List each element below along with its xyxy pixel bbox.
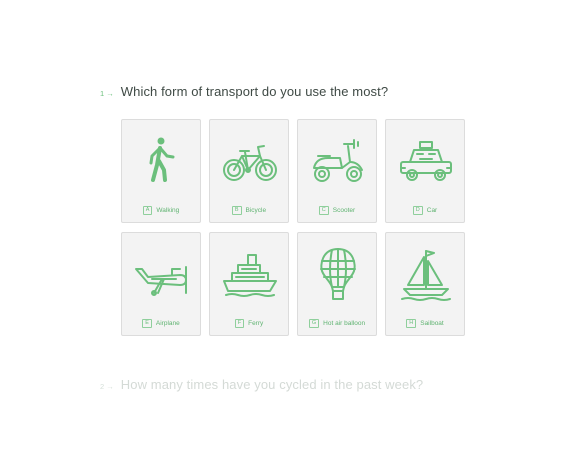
question-1: 1 → Which form of transport do you use t… <box>100 84 388 99</box>
option-text: Scooter <box>332 207 356 214</box>
option-text: Airplane <box>155 320 180 327</box>
key-hint: G <box>308 319 320 328</box>
option-walking[interactable]: A Walking <box>121 119 201 223</box>
option-label: A Walking <box>122 206 200 215</box>
key-hint: A <box>142 206 153 215</box>
option-label: C Scooter <box>298 206 376 215</box>
key-hint: H <box>406 319 417 328</box>
question-title: How many times have you cycled in the pa… <box>120 377 424 392</box>
option-label: D Car <box>386 206 464 215</box>
option-scooter[interactable]: C Scooter <box>297 119 377 223</box>
ferry-icon <box>223 254 277 297</box>
option-ferry[interactable]: F Ferry <box>209 232 289 336</box>
key-hint: E <box>142 319 152 328</box>
option-text: Hot air balloon <box>323 320 366 327</box>
walking-person-icon <box>149 137 175 182</box>
question-number: 2 → <box>100 382 114 391</box>
option-hot-air-balloon[interactable]: G Hot air balloon <box>297 232 377 336</box>
bicycle-icon <box>223 145 277 181</box>
option-text: Walking <box>156 207 180 214</box>
option-label: B Bicycle <box>210 206 288 215</box>
option-text: Sailboat <box>420 320 444 327</box>
question-2: 2 → How many times have you cycled in th… <box>100 377 423 392</box>
scooter-icon <box>313 139 363 182</box>
key-hint: D <box>412 206 423 215</box>
option-sailboat[interactable]: H Sailboat <box>385 232 465 336</box>
option-airplane[interactable]: E Airplane <box>121 232 201 336</box>
key-hint: B <box>231 206 242 215</box>
option-car[interactable]: D Car <box>385 119 465 223</box>
key-hint: F <box>234 319 245 328</box>
option-label: F Ferry <box>210 319 288 328</box>
key-hint: C <box>318 206 329 215</box>
airplane-icon <box>135 266 187 296</box>
option-text: Bicycle <box>245 207 267 214</box>
option-label: E Airplane <box>122 319 200 328</box>
option-label: G Hot air balloon <box>298 319 376 328</box>
option-text: Car <box>426 207 438 214</box>
hot-air-balloon-icon <box>320 248 356 300</box>
question-title: Which form of transport do you use the m… <box>120 84 389 99</box>
sailboat-icon <box>401 250 451 301</box>
option-bicycle[interactable]: B Bicycle <box>209 119 289 223</box>
option-text: Ferry <box>248 320 264 327</box>
car-icon <box>400 141 452 181</box>
option-label: H Sailboat <box>386 319 464 328</box>
question-number: 1 → <box>100 89 114 98</box>
